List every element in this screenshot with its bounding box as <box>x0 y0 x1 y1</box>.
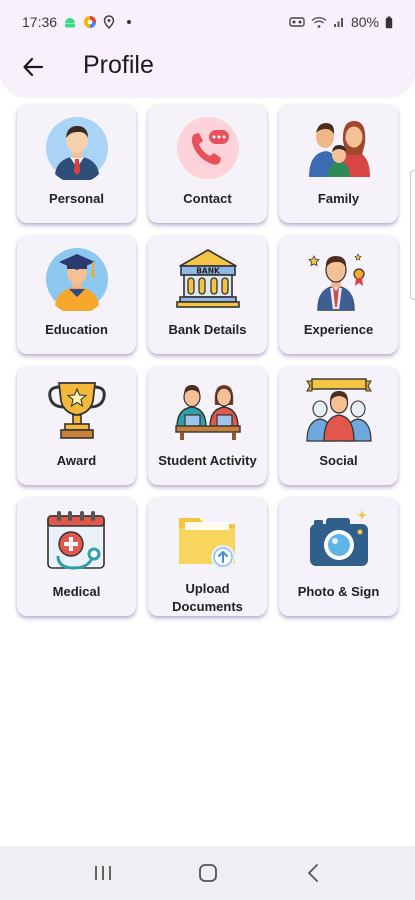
arrow-left-icon <box>23 57 44 77</box>
folder-upload-icon <box>175 508 241 574</box>
status-bar: 17:36 80% <box>0 0 415 44</box>
tile-medical[interactable]: Medical <box>17 497 136 616</box>
bank-icon: BANK <box>175 246 241 312</box>
status-right: 80% <box>289 14 393 30</box>
location-icon <box>103 15 115 29</box>
home-button[interactable] <box>188 853 228 893</box>
app-header: Profile <box>0 44 415 90</box>
phone-chat-icon <box>175 115 241 181</box>
tile-label: Bank Details <box>168 322 247 337</box>
tile-label: Social <box>319 453 358 468</box>
profile-menu-grid: Personal Contact Family Education BANK B… <box>17 104 398 616</box>
family-icon <box>306 115 372 181</box>
status-left: 17:36 <box>22 14 132 30</box>
employee-award-icon <box>306 246 372 312</box>
back-icon <box>307 864 318 882</box>
cassette-icon <box>289 16 305 28</box>
tile-label: Photo & Sign <box>297 584 380 599</box>
status-time: 17:36 <box>22 14 58 30</box>
back-button[interactable] <box>18 52 48 82</box>
group-banner-icon <box>305 377 372 443</box>
notification-dot-icon <box>127 20 132 24</box>
tile-photo-sign[interactable]: Photo & Sign <box>279 497 398 616</box>
recent-apps-icon <box>94 866 111 880</box>
tile-label: Upload Documents <box>172 581 243 614</box>
battery-icon <box>385 16 393 29</box>
battery-percent: 80% <box>350 14 379 30</box>
graduate-icon <box>44 246 110 312</box>
svg-text:BANK: BANK <box>196 267 221 276</box>
recent-apps-button[interactable] <box>83 853 123 893</box>
tile-label: Student Activity <box>158 453 257 468</box>
tile-label: Experience <box>303 322 374 337</box>
edge-panel-handle[interactable] <box>410 170 415 300</box>
tile-bank-details[interactable]: BANK Bank Details <box>148 235 267 354</box>
page-title: Profile <box>83 51 154 79</box>
tile-education[interactable]: Education <box>17 235 136 354</box>
trophy-icon <box>44 377 110 443</box>
tile-experience[interactable]: Experience <box>279 235 398 354</box>
tile-label: Award <box>56 453 97 468</box>
color-wheel-icon <box>83 15 97 29</box>
tile-label: Contact <box>183 191 232 206</box>
tile-contact[interactable]: Contact <box>148 104 267 223</box>
tile-upload-documents[interactable]: Upload Documents <box>148 497 267 616</box>
nav-back-button[interactable] <box>293 853 333 893</box>
android-icon <box>63 15 77 29</box>
tile-family[interactable]: Family <box>279 104 398 223</box>
tile-award[interactable]: Award <box>17 366 136 485</box>
signal-icon <box>333 16 345 28</box>
tile-student-activity[interactable]: Student Activity <box>148 366 267 485</box>
tile-label: Medical <box>52 584 101 599</box>
tile-social[interactable]: Social <box>279 366 398 485</box>
students-desk-icon <box>174 377 241 443</box>
tile-personal[interactable]: Personal <box>17 104 136 223</box>
person-avatar-icon <box>44 115 110 181</box>
home-icon <box>198 864 217 882</box>
medical-calendar-icon <box>44 508 110 574</box>
tile-label: Family <box>317 191 360 206</box>
wifi-icon <box>311 16 327 29</box>
tile-label: Education <box>45 322 108 337</box>
camera-icon <box>306 508 372 574</box>
system-nav-bar <box>0 846 415 900</box>
tile-label: Personal <box>49 191 104 206</box>
